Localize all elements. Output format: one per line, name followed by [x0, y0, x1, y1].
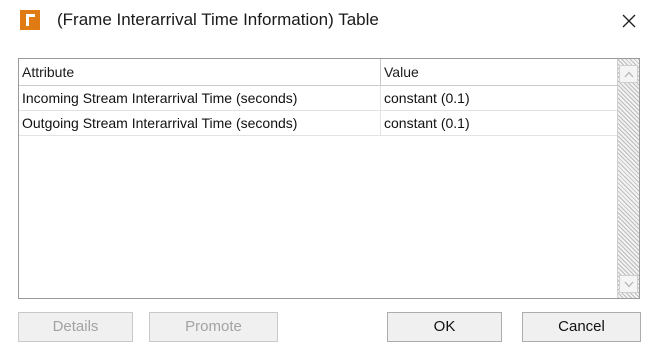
cancel-button-label: Cancel [558, 318, 605, 335]
attribute-cell[interactable]: Incoming Stream Interarrival Time (secon… [19, 86, 381, 110]
details-button[interactable]: Details [18, 312, 133, 342]
table-row[interactable]: Incoming Stream Interarrival Time (secon… [19, 86, 617, 111]
dialog-window: (Frame Interarrival Time Information) Ta… [0, 0, 652, 349]
attribute-cell[interactable]: Outgoing Stream Interarrival Time (secon… [19, 111, 381, 135]
ok-button[interactable]: OK [387, 312, 502, 342]
value-cell[interactable]: constant (0.1) [381, 111, 617, 135]
close-icon [622, 14, 636, 28]
close-button[interactable] [614, 6, 644, 36]
column-header-attribute[interactable]: Attribute [19, 59, 381, 85]
cancel-button[interactable]: Cancel [522, 312, 641, 342]
value-cell[interactable]: constant (0.1) [381, 86, 617, 110]
ok-button-label: OK [433, 318, 456, 335]
app-logo-icon [20, 10, 40, 30]
promote-button[interactable]: Promote [149, 312, 278, 342]
column-header-value[interactable]: Value [381, 59, 617, 85]
arrow-up-icon [624, 71, 634, 78]
scroll-down-button[interactable] [619, 275, 638, 293]
vertical-scrollbar[interactable] [617, 59, 639, 298]
attribute-table: Attribute Value Incoming Stream Interarr… [18, 58, 640, 299]
table-header: Attribute Value [19, 59, 617, 86]
title-bar[interactable]: (Frame Interarrival Time Information) Ta… [0, 0, 652, 46]
table-row[interactable]: Outgoing Stream Interarrival Time (secon… [19, 111, 617, 136]
window-title: (Frame Interarrival Time Information) Ta… [57, 10, 379, 29]
scroll-up-button[interactable] [619, 65, 638, 83]
arrow-down-icon [624, 281, 634, 288]
